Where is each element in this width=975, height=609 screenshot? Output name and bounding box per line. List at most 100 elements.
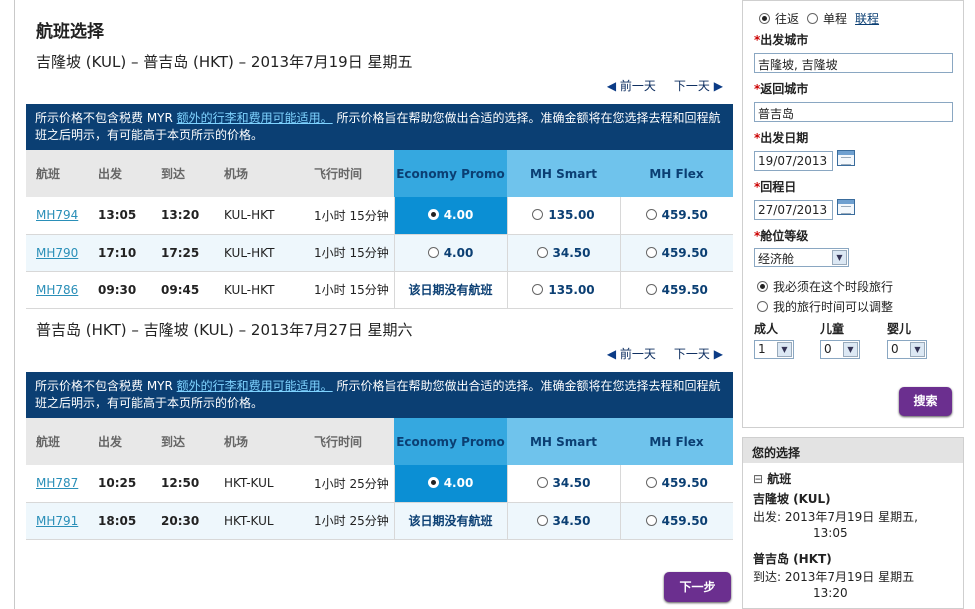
flight-link[interactable]: MH790 [36, 246, 78, 260]
radio-icon[interactable] [536, 514, 548, 526]
flight-section-label: 航班 [767, 472, 792, 486]
radio-icon[interactable] [645, 283, 657, 295]
fare-price: 459.50 [661, 513, 708, 528]
out-depart-line: 出发: 2013年7月19日 星期五, [753, 510, 918, 524]
fare-cell-smart[interactable]: 34.50 [506, 234, 620, 272]
calendar-icon[interactable] [837, 150, 855, 166]
radio-selected-icon[interactable] [757, 281, 768, 292]
cabin-class-select[interactable]: 经济舱 ▼ [754, 248, 849, 267]
col-mh-smart: MH Smart [507, 418, 620, 465]
fare-cell-smart[interactable]: 135.00 [506, 271, 620, 309]
return-date-input[interactable]: 27/07/2013 [754, 200, 833, 220]
adult-count-select[interactable]: 1 ▼ [754, 340, 794, 359]
child-label: 儿童 [820, 322, 845, 336]
fare-cell-promo[interactable]: 4.00 [393, 197, 507, 235]
table-row: MH791 18:05 20:30 HKT-KUL 1小时 25分钟 该日期没有… [26, 502, 733, 540]
return-city-input[interactable]: 普吉岛 [754, 102, 953, 122]
return-flight-table: 航班 出发 到达 机场 飞行时间 Economy Promo MH Smart … [26, 418, 733, 540]
airport-route: HKT-KUL [214, 502, 304, 540]
fare-cell-flex[interactable]: 459.50 [619, 197, 733, 235]
from-city-label-text: 出发城市 [760, 33, 809, 47]
radio-icon[interactable] [807, 13, 819, 24]
child-count-select[interactable]: 0 ▼ [820, 340, 860, 359]
multi-city-link[interactable]: 联程 [855, 10, 879, 27]
outbound-prev-day-link[interactable]: ◀ 前一天 [607, 77, 656, 94]
col-arrive: 到达 [151, 150, 214, 197]
return-date-label-text: 回程日 [760, 180, 797, 194]
fare-cell-flex[interactable]: 459.50 [619, 234, 733, 272]
depart-time: 10:25 [88, 465, 151, 503]
child-count-value: 0 [824, 342, 832, 356]
fare-cell-promo[interactable]: 4.00 [393, 465, 507, 503]
infant-count-select[interactable]: 0 ▼ [887, 340, 927, 359]
fixed-dates-option[interactable]: 我必须在这个时段旅行 [757, 278, 893, 295]
flight-link[interactable]: MH791 [36, 514, 78, 528]
collapse-icon[interactable]: ⊟ [753, 472, 763, 486]
outbound-next-day-link[interactable]: 下一天 ▶ [674, 77, 723, 94]
from-city-label: *出发城市 [754, 33, 809, 47]
return-prev-day-link[interactable]: ◀ 前一天 [607, 345, 656, 362]
adult-count-value: 1 [758, 342, 766, 356]
your-choice-section[interactable]: ⊟ 航班 [753, 471, 791, 487]
fare-cell-promo-unavailable: 该日期没有航班 [393, 271, 507, 309]
extra-fees-link[interactable]: 额外的行李和费用可能适用。 [177, 379, 333, 393]
cabin-class-label: *舱位等级 [754, 229, 809, 243]
page-title: 航班选择 [36, 22, 104, 42]
col-flight: 航班 [26, 150, 88, 197]
adult-label: 成人 [754, 322, 779, 336]
extra-fees-link[interactable]: 额外的行李和费用可能适用。 [177, 111, 333, 125]
flight-link[interactable]: MH787 [36, 476, 78, 490]
radio-icon[interactable] [645, 514, 657, 526]
flight-link[interactable]: MH794 [36, 208, 78, 222]
radio-icon[interactable] [645, 209, 657, 221]
flight-number: MH786 [26, 271, 88, 309]
from-city-input[interactable]: 吉隆坡, 吉隆坡 [754, 53, 953, 73]
cabin-class-value: 经济舱 [758, 252, 795, 266]
radio-icon[interactable] [532, 209, 544, 221]
radio-icon[interactable] [645, 477, 657, 489]
infant-label: 婴儿 [887, 322, 912, 336]
fare-cell-promo[interactable]: 4.00 [393, 234, 507, 272]
fare-cell-flex[interactable]: 459.50 [619, 465, 733, 503]
round-trip-option[interactable]: 往返 [759, 10, 799, 27]
return-price-notice: 所示价格不包含税费 MYR 额外的行李和费用可能适用。 所示价格旨在帮助您做出合… [26, 372, 733, 418]
one-way-option[interactable]: 单程 [807, 10, 847, 27]
radio-icon[interactable] [757, 301, 768, 312]
fare-cell-smart[interactable]: 135.00 [506, 197, 620, 235]
fare-price: 459.50 [661, 245, 708, 260]
notice-prefix: 所示价格不包含税费 MYR [35, 111, 177, 125]
fare-cell-smart[interactable]: 34.50 [506, 465, 620, 503]
chevron-down-icon: ▼ [843, 342, 858, 357]
flight-link[interactable]: MH786 [36, 283, 78, 297]
radio-icon[interactable] [645, 246, 657, 258]
radio-selected-icon[interactable] [759, 13, 770, 24]
fixed-dates-label: 我必须在这个时段旅行 [773, 280, 894, 294]
search-sidebar: 往返 单程 联程 *出发城市 吉隆坡, 吉隆坡 *返回城市 普吉岛 *出发日期 … [742, 0, 964, 609]
radio-icon[interactable] [536, 477, 548, 489]
notice-prefix: 所示价格不包含税费 MYR [35, 379, 177, 393]
radio-icon[interactable] [532, 283, 544, 295]
return-next-day-link[interactable]: 下一天 ▶ [674, 345, 723, 362]
col-flight: 航班 [26, 418, 88, 465]
fare-price: 4.00 [443, 245, 474, 260]
return-date-label: *回程日 [754, 180, 797, 194]
fare-cell-smart[interactable]: 34.50 [506, 502, 620, 540]
your-choice-panel: ⊟ 航班 吉隆坡 (KUL) 出发: 2013年7月19日 星期五, 13:05… [742, 463, 964, 609]
cabin-class-label-text: 舱位等级 [760, 229, 809, 243]
airport-route: HKT-KUL [214, 465, 304, 503]
radio-selected-icon[interactable] [427, 209, 439, 221]
next-step-button[interactable]: 下一步 [664, 572, 731, 602]
fare-price: 34.50 [552, 476, 591, 491]
depart-date-input[interactable]: 19/07/2013 [754, 151, 833, 171]
search-button[interactable]: 搜索 [899, 387, 952, 416]
flexible-dates-option[interactable]: 我的旅行时间可以调整 [757, 298, 893, 315]
fare-cell-flex[interactable]: 459.50 [619, 271, 733, 309]
flight-number: MH787 [26, 465, 88, 503]
radio-selected-icon[interactable] [427, 477, 439, 489]
fare-cell-flex[interactable]: 459.50 [619, 502, 733, 540]
flexible-dates-label: 我的旅行时间可以调整 [773, 300, 894, 314]
radio-icon[interactable] [427, 246, 439, 258]
prev-day-label: 前一天 [619, 79, 656, 93]
calendar-icon[interactable] [837, 199, 855, 215]
radio-icon[interactable] [536, 246, 548, 258]
